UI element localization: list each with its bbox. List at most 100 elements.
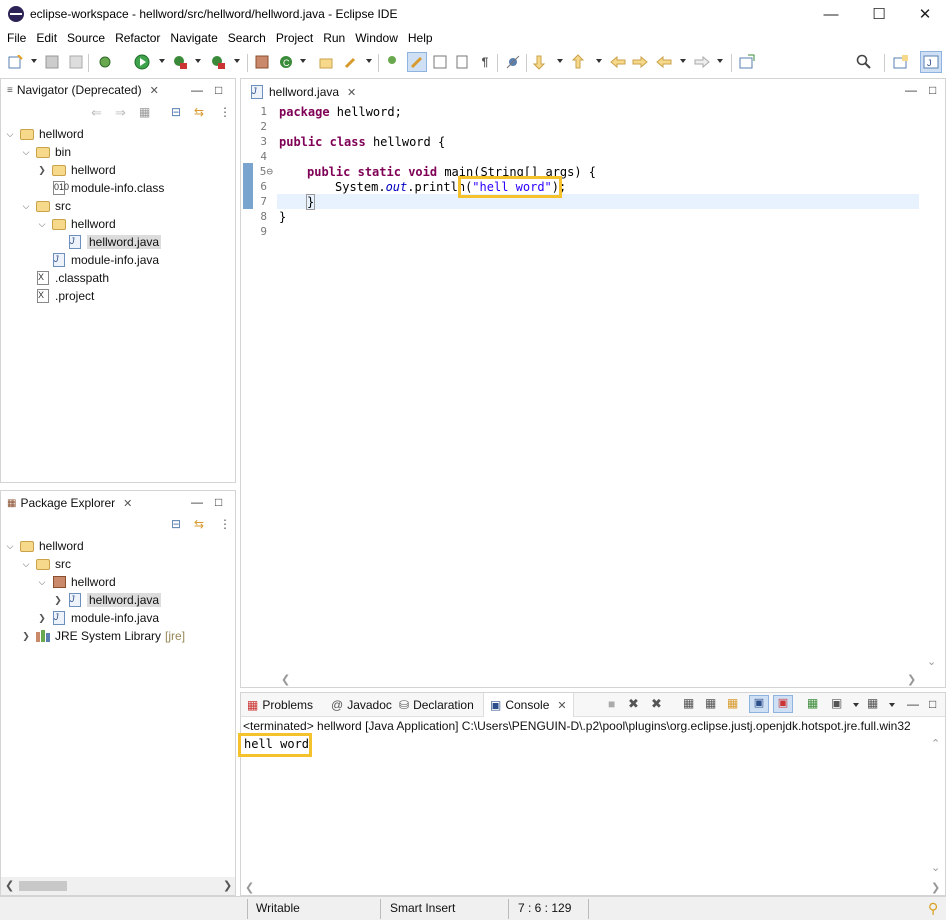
line-number-fold[interactable]: 5⊖ <box>251 165 273 178</box>
close-icon[interactable]: ✕ <box>150 84 159 97</box>
new-icon[interactable] <box>8 54 24 70</box>
tip-lightbulb-icon[interactable]: ⚲ <box>928 900 938 917</box>
scroll-left-icon[interactable]: ❮ <box>245 881 254 894</box>
tree-item-project[interactable]: ⌵ hellword <box>5 125 84 143</box>
coverage-icon[interactable] <box>172 54 188 70</box>
java-perspective-icon[interactable]: J <box>920 51 942 73</box>
debug-icon[interactable] <box>97 54 113 70</box>
pilcrow-icon[interactable]: ¶ <box>477 54 493 70</box>
menu-file[interactable]: File <box>2 31 31 45</box>
menu-edit[interactable]: Edit <box>31 31 62 45</box>
external-tools-icon[interactable] <box>210 54 226 70</box>
show-on-stderr-icon[interactable]: ▣ <box>773 695 793 713</box>
forward-edit-icon[interactable] <box>632 54 648 70</box>
tab-problems[interactable]: ▦ Problems <box>241 693 319 717</box>
tree-item-module-java[interactable]: J module-info.java <box>51 251 159 269</box>
scroll-right-icon[interactable]: ❯ <box>907 673 916 686</box>
last-edit-location-icon[interactable] <box>610 54 626 70</box>
tree-item-src[interactable]: ⌵ src <box>21 197 71 215</box>
menu-project[interactable]: Project <box>271 31 318 45</box>
maximize-button[interactable]: ☐ <box>856 0 902 28</box>
back-arrow-icon[interactable] <box>656 54 672 70</box>
scroll-down-icon[interactable]: ⌄ <box>931 861 940 874</box>
forward-arrow-icon[interactable] <box>694 54 710 70</box>
expanded-icon[interactable]: ⌵ <box>21 559 31 570</box>
collapsed-icon[interactable]: ❯ <box>53 595 63 606</box>
menu-source[interactable]: Source <box>62 31 110 45</box>
menu-navigate[interactable]: Navigate <box>165 31 222 45</box>
expanded-icon[interactable]: ⌵ <box>37 577 47 588</box>
menu-refactor[interactable]: Refactor <box>110 31 165 45</box>
show-on-stdout-icon[interactable]: ▣ <box>749 695 769 713</box>
word-wrap-icon[interactable]: ▦ <box>727 696 738 710</box>
scroll-left-icon[interactable]: ❮ <box>281 673 290 686</box>
minimize-view-icon[interactable]: — <box>191 495 203 509</box>
close-window-button[interactable]: ✕ <box>902 0 946 28</box>
menu-run[interactable]: Run <box>318 31 350 45</box>
expanded-icon[interactable]: ⌵ <box>21 201 31 212</box>
tree-item-classpath[interactable]: X .classpath <box>35 269 109 287</box>
tab-console[interactable]: ▣ Console ✕ <box>483 693 574 717</box>
forward-nav-icon[interactable]: ⇒ <box>115 105 126 121</box>
mark-occurrences-icon[interactable] <box>407 52 427 72</box>
clear-console-icon[interactable]: ▦ <box>683 696 694 710</box>
code-line-7[interactable]: } <box>305 194 316 210</box>
display-console-dropdown-arrow[interactable] <box>853 703 859 707</box>
code-line-3[interactable]: public class hellword { <box>279 135 445 150</box>
previous-annotation-icon[interactable] <box>572 54 588 70</box>
minimize-view-icon[interactable]: — <box>907 697 919 711</box>
tree-item-module-java[interactable]: ❯ J module-info.java <box>37 609 159 627</box>
minimize-button[interactable]: — <box>808 0 854 28</box>
code-line-8[interactable]: } <box>279 210 286 225</box>
search-dropdown-arrow[interactable] <box>366 59 372 63</box>
tree-item-src-hellword[interactable]: ⌵ hellword <box>37 215 116 233</box>
menu-window[interactable]: Window <box>350 31 403 45</box>
new-dropdown-arrow[interactable] <box>31 59 37 63</box>
open-console-icon[interactable]: ▦ <box>867 696 878 710</box>
collapsed-icon[interactable]: ❯ <box>21 631 31 642</box>
scroll-left-icon[interactable]: ❮ <box>5 879 14 892</box>
back-nav-icon[interactable]: ⇐ <box>91 105 102 121</box>
horizontal-scrollbar[interactable]: ❮ ❯ <box>1 877 235 895</box>
tree-item-bin-hellword[interactable]: ❯ hellword <box>37 161 115 179</box>
display-console-icon[interactable]: ▣ <box>831 696 842 710</box>
tree-item-jre[interactable]: ❯ JRE System Library [jre] <box>21 627 185 645</box>
scroll-lock-icon[interactable]: ▦ <box>705 696 716 710</box>
close-icon[interactable]: ✕ <box>347 86 356 99</box>
terminate-icon[interactable]: ■ <box>608 697 615 711</box>
skip-breakpoints-icon[interactable] <box>505 54 521 70</box>
run-dropdown-arrow[interactable] <box>159 59 165 63</box>
open-console-dropdown-arrow[interactable] <box>889 703 895 707</box>
minimize-view-icon[interactable]: — <box>905 83 917 97</box>
remove-all-launches-icon[interactable]: ✖ <box>651 696 662 712</box>
save-icon[interactable] <box>44 54 60 70</box>
link-with-editor-icon[interactable]: ⇆ <box>194 105 204 119</box>
open-type-icon[interactable] <box>318 54 334 70</box>
save-all-icon[interactable] <box>68 54 84 70</box>
collapse-all-icon[interactable]: ⊟ <box>171 517 181 531</box>
expanded-icon[interactable]: ⌵ <box>5 541 15 552</box>
collapsed-icon[interactable]: ❯ <box>37 165 47 176</box>
view-menu-icon[interactable]: ⋮ <box>219 105 231 119</box>
coverage-dropdown-arrow[interactable] <box>195 59 201 63</box>
scroll-down-icon[interactable]: ⌄ <box>927 655 936 668</box>
minimize-view-icon[interactable]: — <box>191 83 203 97</box>
maximize-view-icon[interactable]: □ <box>929 83 936 97</box>
editor-tab[interactable]: J hellword.java ✕ <box>243 79 363 103</box>
maximize-view-icon[interactable]: □ <box>929 697 936 711</box>
code-line-1[interactable]: package hellword; <box>279 105 402 120</box>
tab-declaration[interactable]: ⛁ Declaration <box>393 693 480 717</box>
scroll-right-icon[interactable]: ❯ <box>931 881 940 894</box>
tree-item-src[interactable]: ⌵ src <box>21 555 71 573</box>
pin-console-icon[interactable]: ▦ <box>807 696 818 710</box>
previous-annotation-dropdown-arrow[interactable] <box>596 59 602 63</box>
external-tools-dropdown-arrow[interactable] <box>234 59 240 63</box>
tree-item-bin[interactable]: ⌵ bin <box>21 143 71 161</box>
back-dropdown-arrow[interactable] <box>680 59 686 63</box>
tree-item-hellword-java[interactable]: J hellword.java <box>67 233 162 251</box>
run-icon[interactable] <box>134 54 150 70</box>
tree-item-package[interactable]: ⌵ hellword <box>37 573 116 591</box>
search-tool-icon[interactable] <box>343 54 359 70</box>
expanded-icon[interactable]: ⌵ <box>5 129 15 140</box>
open-perspective-icon[interactable] <box>739 54 755 70</box>
